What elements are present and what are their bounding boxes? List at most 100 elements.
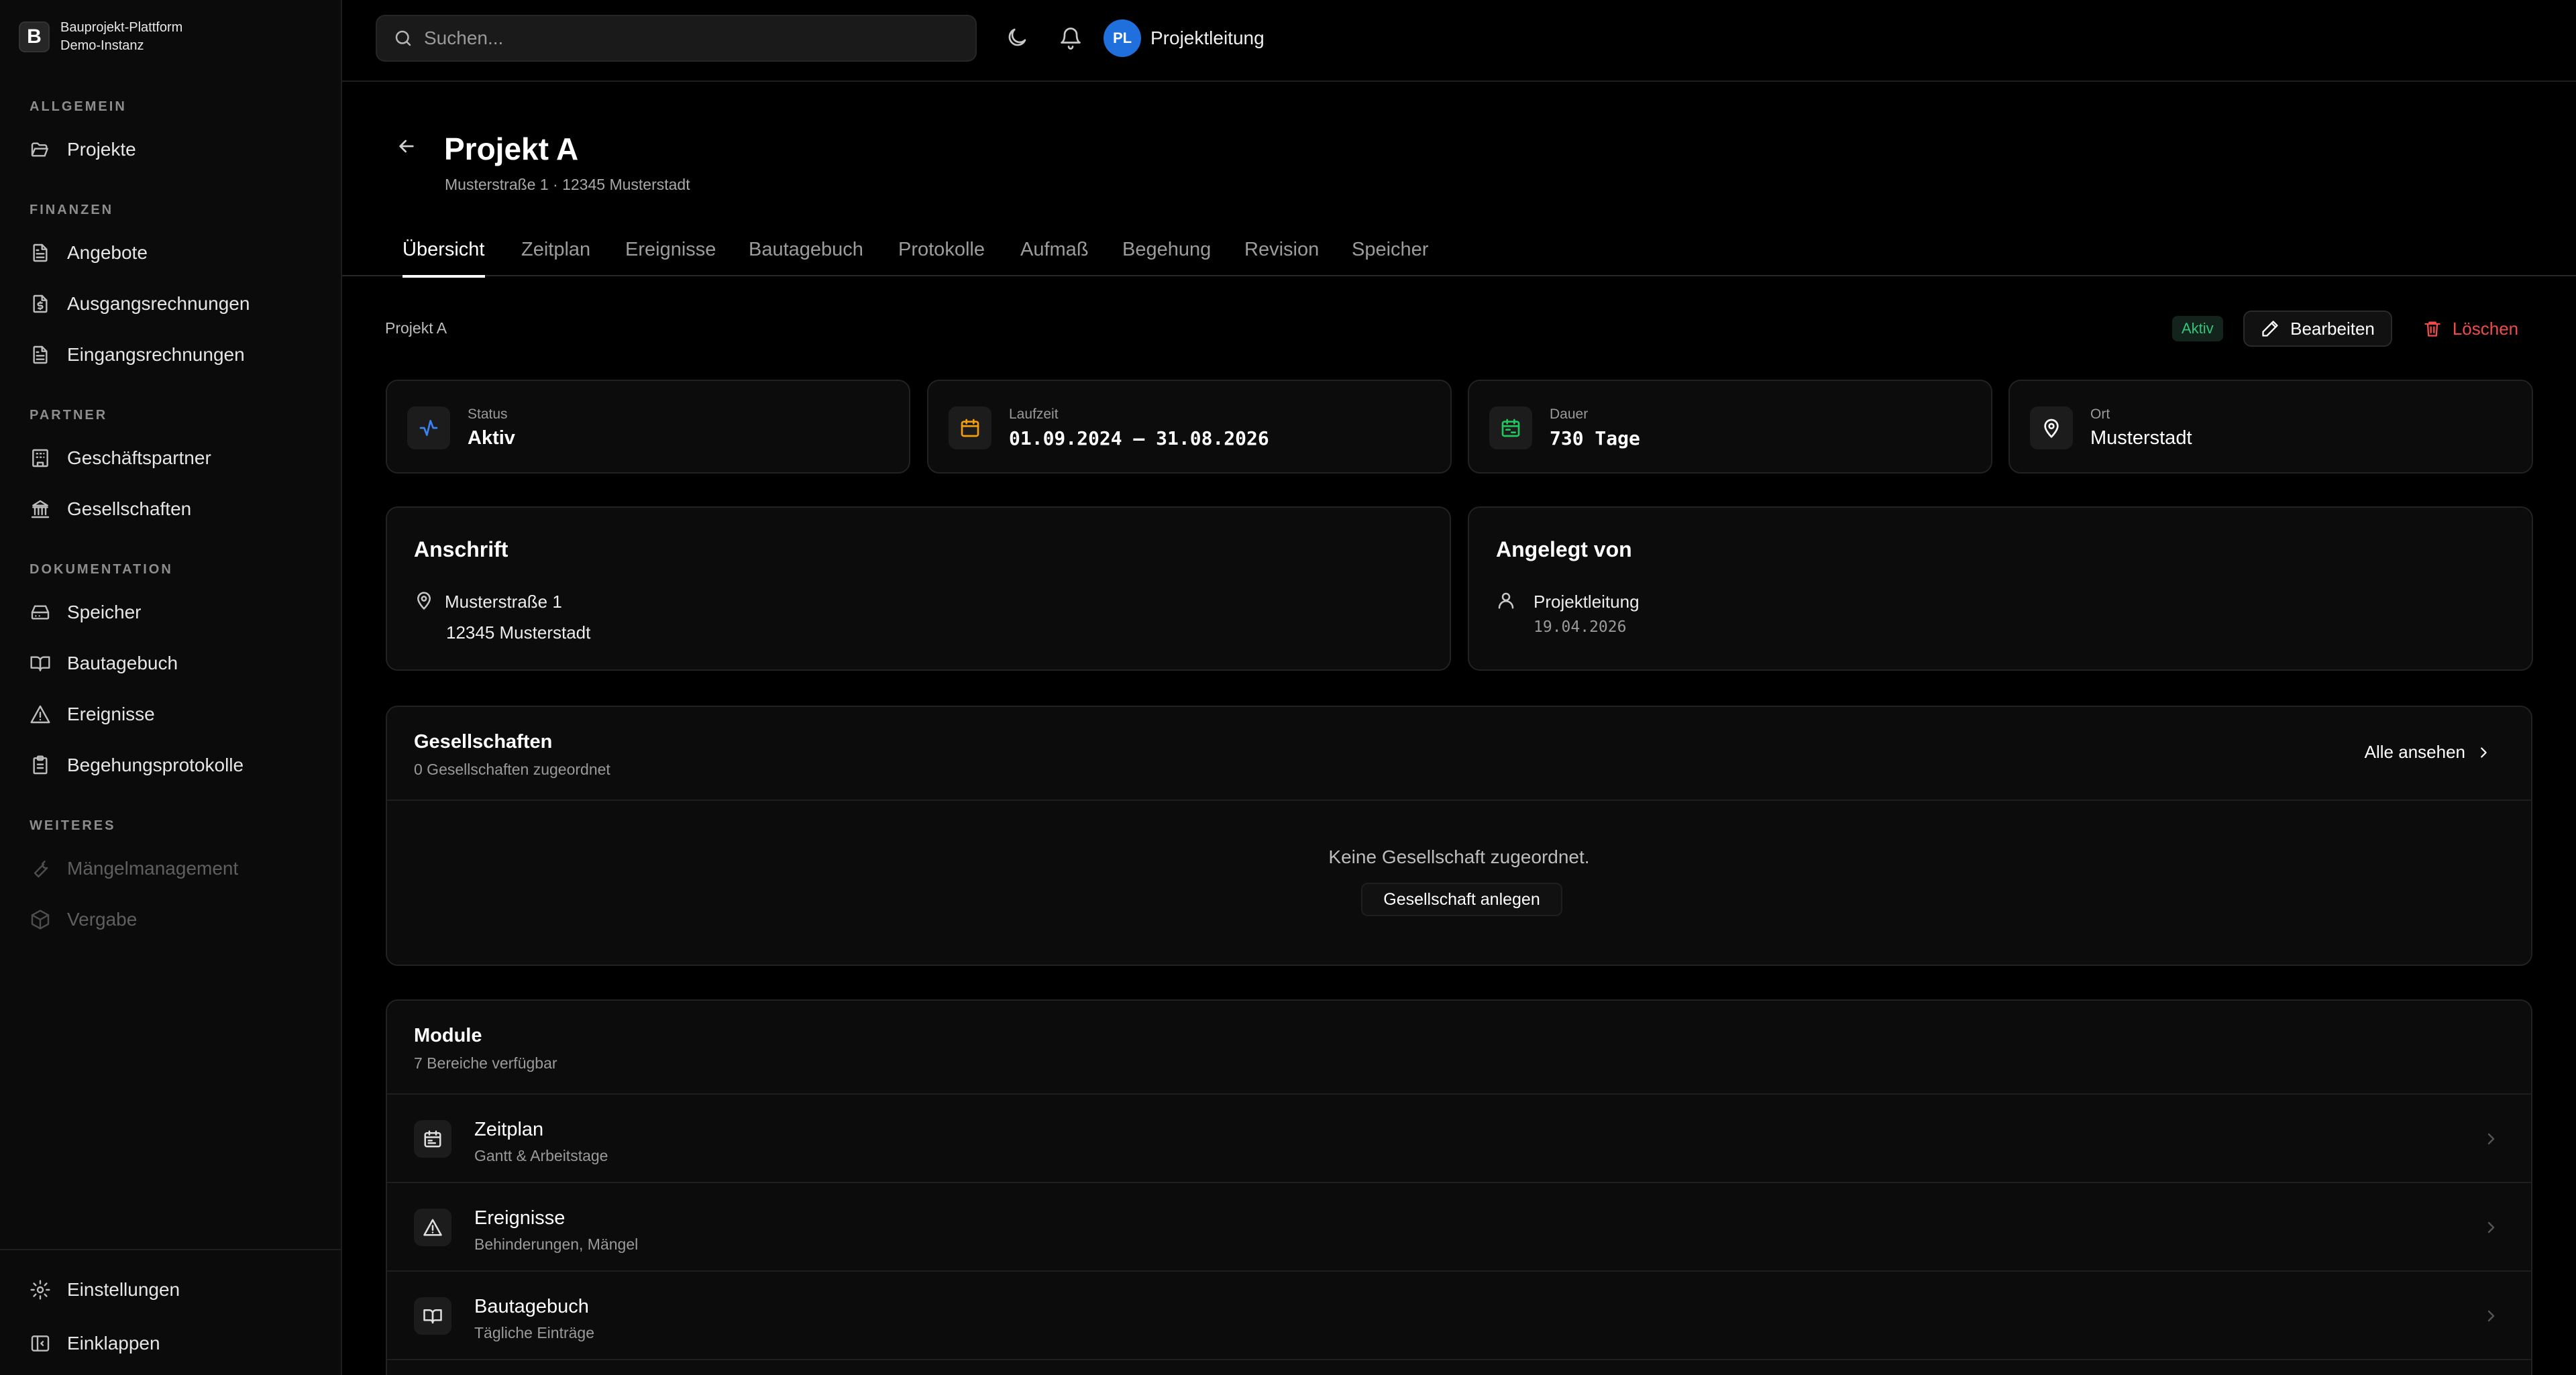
trash-icon <box>2423 319 2442 338</box>
tab-aufmass[interactable]: Aufmaß <box>1020 239 1089 276</box>
sidebar-item-label: Ausgangsrechnungen <box>67 293 250 314</box>
module-row-zeitplan[interactable]: Zeitplan Gantt & Arbeitstage <box>387 1095 2531 1183</box>
landmark-icon <box>30 498 51 520</box>
tab-revision[interactable]: Revision <box>1244 239 1319 276</box>
sidebar-item-einklappen[interactable]: Einklappen <box>16 1324 325 1363</box>
sidebar-item-label: Bautagebuch <box>67 653 178 673</box>
stat-card-status: Status Aktiv <box>386 380 910 474</box>
back-arrow-icon[interactable] <box>396 135 417 157</box>
modules-header: Module 7 Bereiche verfügbar <box>387 1001 2531 1095</box>
warning-icon <box>423 1217 443 1238</box>
brand[interactable]: B Bauprojekt-Plattform Demo-Instanz <box>19 19 182 55</box>
map-pin-icon <box>414 590 434 610</box>
stat-icon-ort <box>2030 406 2073 449</box>
stat-label: Dauer <box>1550 406 1589 422</box>
sidebar-item-begehungsprotokolle[interactable]: Begehungsprotokolle <box>16 746 325 785</box>
calendar-icon <box>423 1129 443 1149</box>
stat-label: Status <box>468 406 508 422</box>
sidebar-item-projekte[interactable]: Projekte <box>16 130 325 169</box>
brand-name: Bauprojekt-Plattform <box>60 20 183 35</box>
address-card: Anschrift Musterstraße 1 12345 Mustersta… <box>386 506 1451 671</box>
breadcrumb[interactable]: Projekt A <box>385 319 447 337</box>
sidebar: B Bauprojekt-Plattform Demo-Instanz ALLG… <box>0 0 342 1375</box>
tab-zeitplan[interactable]: Zeitplan <box>521 239 590 276</box>
stat-label: Ort <box>2090 406 2110 422</box>
sidebar-item-ereignisse[interactable]: Ereignisse <box>16 695 325 734</box>
wrench-icon <box>30 858 51 879</box>
sidebar-item-label: Gesellschaften <box>67 498 192 519</box>
empty-state-text: Keine Gesellschaft zugeordnet. <box>1328 846 1590 867</box>
tab-speicher[interactable]: Speicher <box>1352 239 1428 276</box>
panel-collapse-icon <box>30 1333 51 1354</box>
sidebar-item-angebote[interactable]: Angebote <box>16 233 325 272</box>
book-open-icon <box>423 1306 443 1326</box>
module-icon <box>414 1120 451 1158</box>
sidebar-item-eingangsrechnungen[interactable]: Eingangsrechnungen <box>16 335 325 374</box>
invoice-icon <box>30 293 51 315</box>
creator-name: Projektleitung <box>1534 592 1640 612</box>
stat-card-ort: Ort Musterstadt <box>2008 380 2533 474</box>
file-text-icon <box>30 242 51 264</box>
delete-button[interactable]: Löschen <box>2408 311 2533 347</box>
sidebar-item-einstellungen[interactable]: Einstellungen <box>16 1270 325 1309</box>
stat-card-dauer: Dauer 730 Tage <box>1468 380 1992 474</box>
avatar[interactable]: PL <box>1104 19 1141 57</box>
sidebar-item-label: Ereignisse <box>67 704 155 724</box>
sidebar-item-ausgangsrechnungen[interactable]: Ausgangsrechnungen <box>16 284 325 323</box>
sidebar-item-gesellschaften[interactable]: Gesellschaften <box>16 490 325 529</box>
sidebar-item-vergabe[interactable]: Vergabe <box>16 900 325 939</box>
sidebar-item-label: Projekte <box>67 139 136 160</box>
edit-button-label: Bearbeiten <box>2290 318 2375 339</box>
view-all-label: Alle ansehen <box>2364 742 2465 762</box>
moon-icon[interactable] <box>1005 25 1029 50</box>
stat-label: Laufzeit <box>1009 406 1059 422</box>
user-icon <box>1496 590 1516 610</box>
calendar-icon <box>959 417 981 439</box>
stat-icon-dauer <box>1489 406 1532 449</box>
nav-section-dokumentation: DOKUMENTATION <box>30 562 173 577</box>
edit-button[interactable]: Bearbeiten <box>2243 311 2392 347</box>
delete-button-label: Löschen <box>2452 318 2519 339</box>
create-company-button[interactable]: Gesellschaft anlegen <box>1361 883 1562 916</box>
nav-section-finanzen: FINANZEN <box>30 203 114 217</box>
tab-uebersicht[interactable]: Übersicht <box>402 239 485 278</box>
module-subtitle: Tägliche Einträge <box>474 1324 594 1341</box>
view-all-link[interactable]: Alle ansehen <box>2365 742 2491 763</box>
chevron-right-icon <box>2483 1308 2499 1324</box>
bell-icon[interactable] <box>1059 25 1083 50</box>
sidebar-item-maengelmanagement[interactable]: Mängelmanagement <box>16 849 325 888</box>
topbar: PL Projektleitung <box>342 0 2576 82</box>
module-title: Bautagebuch <box>474 1296 589 1317</box>
search-icon <box>393 28 413 48</box>
stat-card-laufzeit: Laufzeit 01.09.2024 – 31.08.2026 <box>927 380 1452 474</box>
search-input[interactable] <box>424 28 961 49</box>
nav-section-partner: PARTNER <box>30 408 108 423</box>
module-row-bautagebuch[interactable]: Bautagebuch Tägliche Einträge <box>387 1272 2531 1360</box>
sidebar-item-bautagebuch[interactable]: Bautagebuch <box>16 644 325 683</box>
status-badge: Aktiv <box>2172 316 2223 341</box>
sidebar-item-label: Eingangsrechnungen <box>67 344 245 365</box>
module-title: Zeitplan <box>474 1119 544 1140</box>
chevron-right-icon <box>2476 745 2491 760</box>
companies-header: Gesellschaften 0 Gesellschaften zugeordn… <box>387 707 2531 801</box>
modules-card: Module 7 Bereiche verfügbar Zeitplan Gan… <box>386 999 2532 1375</box>
tab-ereignisse[interactable]: Ereignisse <box>625 239 716 276</box>
stat-value: 01.09.2024 – 31.08.2026 <box>1009 427 1269 449</box>
map-pin-icon <box>2041 417 2062 439</box>
sidebar-item-geschaeftspartner[interactable]: Geschäftspartner <box>16 439 325 478</box>
sidebar-item-speicher[interactable]: Speicher <box>16 593 325 632</box>
card-title: Angelegt von <box>1496 537 1632 561</box>
file-text-icon <box>30 344 51 366</box>
tab-bautagebuch[interactable]: Bautagebuch <box>749 239 863 276</box>
user-name[interactable]: Projektleitung <box>1150 28 1265 49</box>
module-row-ereignisse[interactable]: Ereignisse Behinderungen, Mängel <box>387 1183 2531 1272</box>
section-subtitle: 0 Gesellschaften zugeordnet <box>414 761 610 778</box>
search-box[interactable] <box>376 15 977 62</box>
tab-protokolle[interactable]: Protokolle <box>898 239 985 276</box>
sidebar-item-label: Speicher <box>67 602 142 622</box>
folder-open-icon <box>30 139 51 160</box>
warning-icon <box>30 704 51 725</box>
module-subtitle: Behinderungen, Mängel <box>474 1235 639 1253</box>
tab-begehung[interactable]: Begehung <box>1122 239 1211 276</box>
pencil-icon <box>2261 319 2279 338</box>
